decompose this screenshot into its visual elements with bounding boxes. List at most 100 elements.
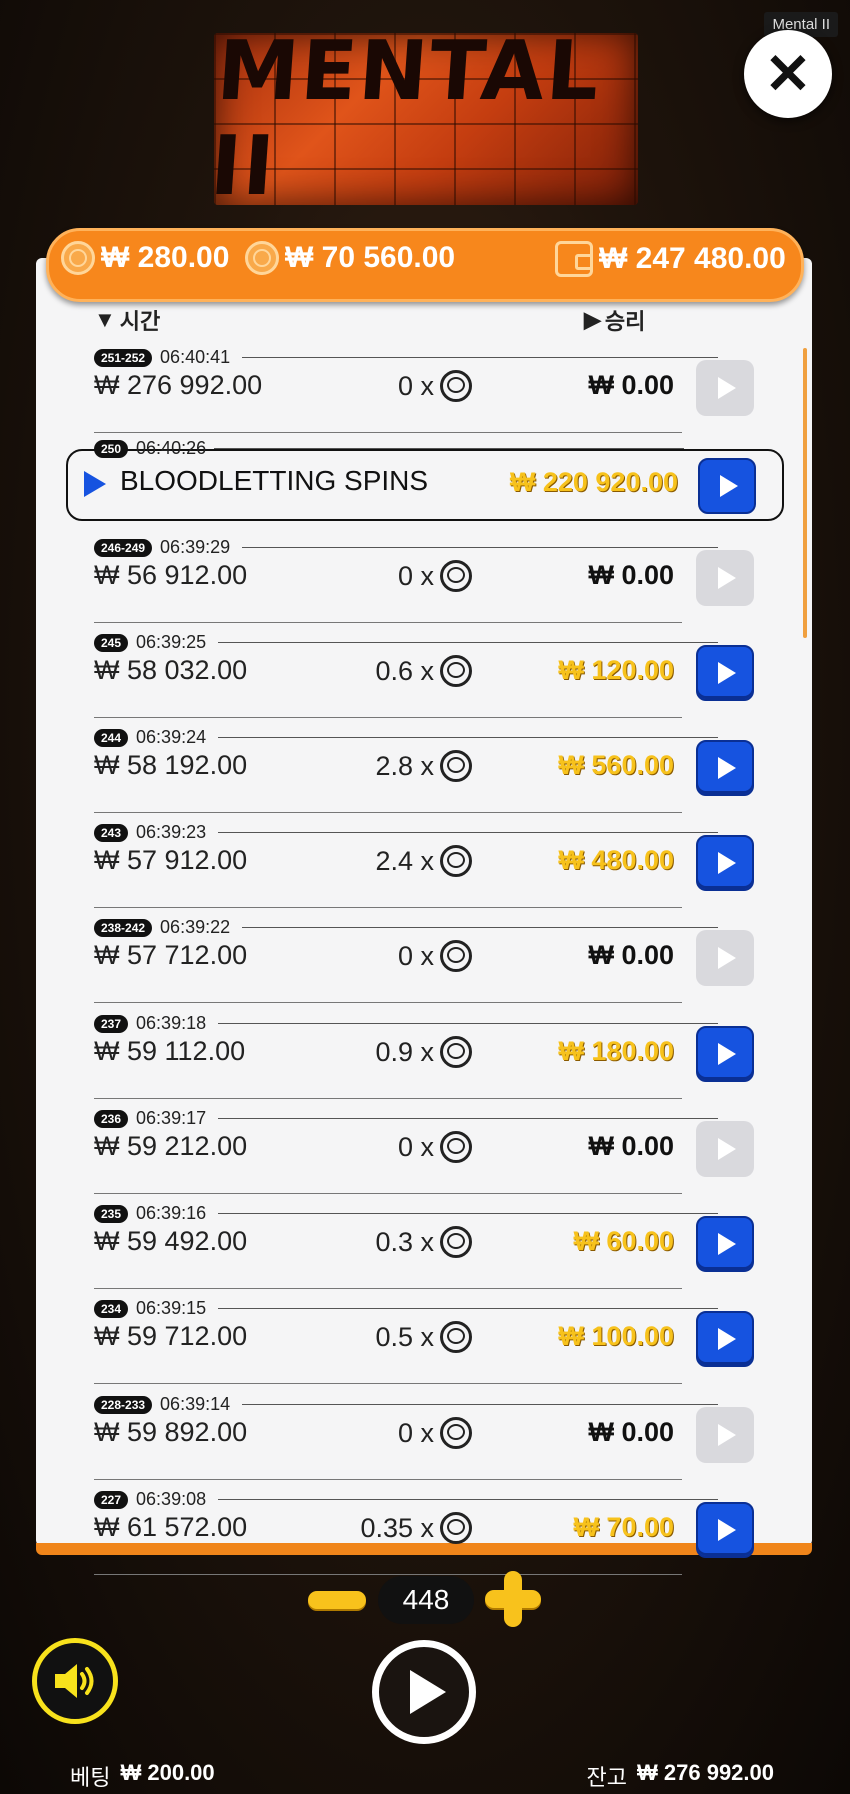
round-badge: 236 — [94, 1109, 129, 1128]
play-icon — [718, 1138, 736, 1160]
coin-icon — [440, 1512, 472, 1544]
coin-icon — [440, 750, 472, 782]
play-icon — [718, 1519, 736, 1541]
win-amount: ₩ 60.00 — [573, 1226, 674, 1256]
replay-button[interactable] — [696, 1216, 754, 1272]
replay-button[interactable] — [696, 835, 754, 891]
play-icon — [720, 475, 738, 497]
coin-icon — [440, 940, 472, 972]
round-badge: 251-252 — [94, 348, 153, 367]
footer-bet: 베팅 ₩ 200.00 — [70, 1760, 215, 1792]
multiplier: 0 x — [398, 1417, 472, 1449]
history-row: 245 06:39:25 ₩ 58 032.00 0.6 x ₩ 120.00 — [36, 625, 812, 720]
win-amount: ₩ 120.00 — [558, 655, 674, 685]
row-meta: 238-242 06:39:22 — [94, 917, 718, 938]
bonus-replay-button[interactable] — [698, 458, 756, 514]
bet-label: 베팅 — [70, 1765, 111, 1790]
play-icon — [718, 1233, 736, 1255]
coin-icon — [440, 1417, 472, 1449]
multiplier-value: 0 x — [397, 940, 434, 971]
round-time: 06:39:23 — [136, 822, 207, 842]
coin-icon — [440, 1131, 472, 1163]
bet-amount: ₩ 57 712.00 — [94, 940, 248, 970]
multiplier: 0 x — [398, 1131, 472, 1163]
round-time: 06:39:22 — [160, 917, 231, 937]
sort-time-header[interactable]: ▼ 시간 — [94, 304, 160, 336]
row-meta: 243 06:39:23 — [94, 822, 718, 843]
win-header[interactable]: ▶ 승리 — [584, 304, 645, 336]
play-icon — [718, 1424, 736, 1446]
history-row: 236 06:39:17 ₩ 59 212.00 0 x ₩ 0.00 — [36, 1101, 812, 1196]
bet-amount: ₩ 58 192.00 — [94, 750, 248, 780]
multiplier: 0.6 x — [375, 655, 472, 687]
play-icon — [410, 1670, 446, 1714]
decrease-button[interactable] — [308, 1591, 366, 1609]
replay-button[interactable] — [696, 1026, 754, 1082]
multiplier-value: 2.4 x — [375, 845, 434, 876]
spin-button[interactable] — [372, 1640, 476, 1744]
bet-amount: ₩ 59 112.00 — [94, 1036, 246, 1066]
replay-button[interactable] — [696, 740, 754, 796]
balance-label: 잔고 — [586, 1765, 628, 1790]
round-badge: 228-233 — [94, 1395, 153, 1414]
history-row: 234 06:39:15 ₩ 59 712.00 0.5 x ₩ 100.00 — [36, 1291, 812, 1386]
play-icon — [718, 757, 736, 779]
sound-button[interactable] — [32, 1638, 118, 1724]
replay-button[interactable] — [696, 645, 754, 701]
balance-value: ₩ 276 992.00 — [637, 1760, 774, 1785]
speaker-icon — [55, 1664, 94, 1698]
round-badge: 243 — [94, 823, 129, 842]
row-meta: 237 06:39:18 — [94, 1013, 718, 1034]
close-button[interactable]: ✕ — [744, 30, 832, 118]
stat-1-value: ₩ 280.00 — [101, 241, 230, 274]
history-row: 251-252 06:40:41 ₩ 276 992.00 0 x ₩ 0.00 — [36, 340, 812, 435]
multiplier: 0.5 x — [375, 1321, 472, 1353]
round-time: 06:39:29 — [160, 537, 231, 557]
bonus-win: ₩ 220 920.00 — [509, 467, 678, 497]
row-meta: 234 06:39:15 — [94, 1298, 718, 1319]
coin-icon — [440, 1226, 472, 1258]
bet-amount: ₩ 276 992.00 — [94, 370, 263, 400]
history-row: 246-249 06:39:29 ₩ 56 912.00 0 x ₩ 0.00 — [36, 530, 812, 625]
bonus-play-icon — [84, 471, 106, 497]
multiplier-value: 0.3 x — [375, 1226, 434, 1257]
multiplier-value: 0.35 x — [360, 1512, 434, 1543]
time-header-label: 시간 — [119, 309, 161, 334]
round-badge: 250 — [94, 439, 129, 458]
bet-amount: ₩ 59 892.00 — [94, 1417, 248, 1447]
win-header-label: 승리 — [604, 309, 646, 334]
replay-button[interactable] — [696, 1311, 754, 1367]
history-row: 227 06:39:08 ₩ 61 572.00 0.35 x ₩ 70.00 — [36, 1482, 812, 1577]
bonus-row[interactable]: BLOODLETTING SPINS ₩ 220 920.00 — [66, 449, 784, 521]
coin-icon — [440, 560, 472, 592]
round-time: 06:39:24 — [136, 727, 207, 747]
multiplier-value: 0 x — [397, 370, 434, 401]
row-meta: 235 06:39:16 — [94, 1203, 718, 1224]
coin-icon — [245, 241, 279, 275]
round-time: 06:39:16 — [136, 1203, 207, 1223]
play-icon — [718, 947, 736, 969]
multiplier: 0 x — [398, 370, 472, 402]
play-icon — [718, 1043, 736, 1065]
history-row: 244 06:39:24 ₩ 58 192.00 2.8 x ₩ 560.00 — [36, 720, 812, 815]
coin-icon — [440, 655, 472, 687]
coin-icon — [440, 370, 472, 402]
history-row: 235 06:39:16 ₩ 59 492.00 0.3 x ₩ 60.00 — [36, 1196, 812, 1291]
win-amount: ₩ 0.00 — [588, 1131, 674, 1161]
sort-down-icon: ▼ — [94, 307, 116, 332]
coin-icon — [61, 241, 95, 275]
multiplier: 0.3 x — [375, 1226, 472, 1258]
row-meta: 251-252 06:40:41 — [94, 347, 718, 368]
stat-balance-value: ₩ 247 480.00 — [599, 242, 786, 275]
history-row: 238-242 06:39:22 ₩ 57 712.00 0 x ₩ 0.00 — [36, 910, 812, 1005]
multiplier: 0 x — [398, 940, 472, 972]
multiplier: 2.4 x — [375, 845, 472, 877]
game-logo: MENTAL II — [214, 33, 638, 205]
round-badge: 246-249 — [94, 538, 153, 557]
replay-button — [696, 1407, 754, 1463]
replay-button[interactable] — [696, 1502, 754, 1558]
multiplier: 0 x — [398, 560, 472, 592]
row-meta: 228-233 06:39:14 — [94, 1394, 718, 1415]
increase-button[interactable] — [485, 1571, 541, 1627]
round-time: 06:39:25 — [136, 632, 207, 652]
